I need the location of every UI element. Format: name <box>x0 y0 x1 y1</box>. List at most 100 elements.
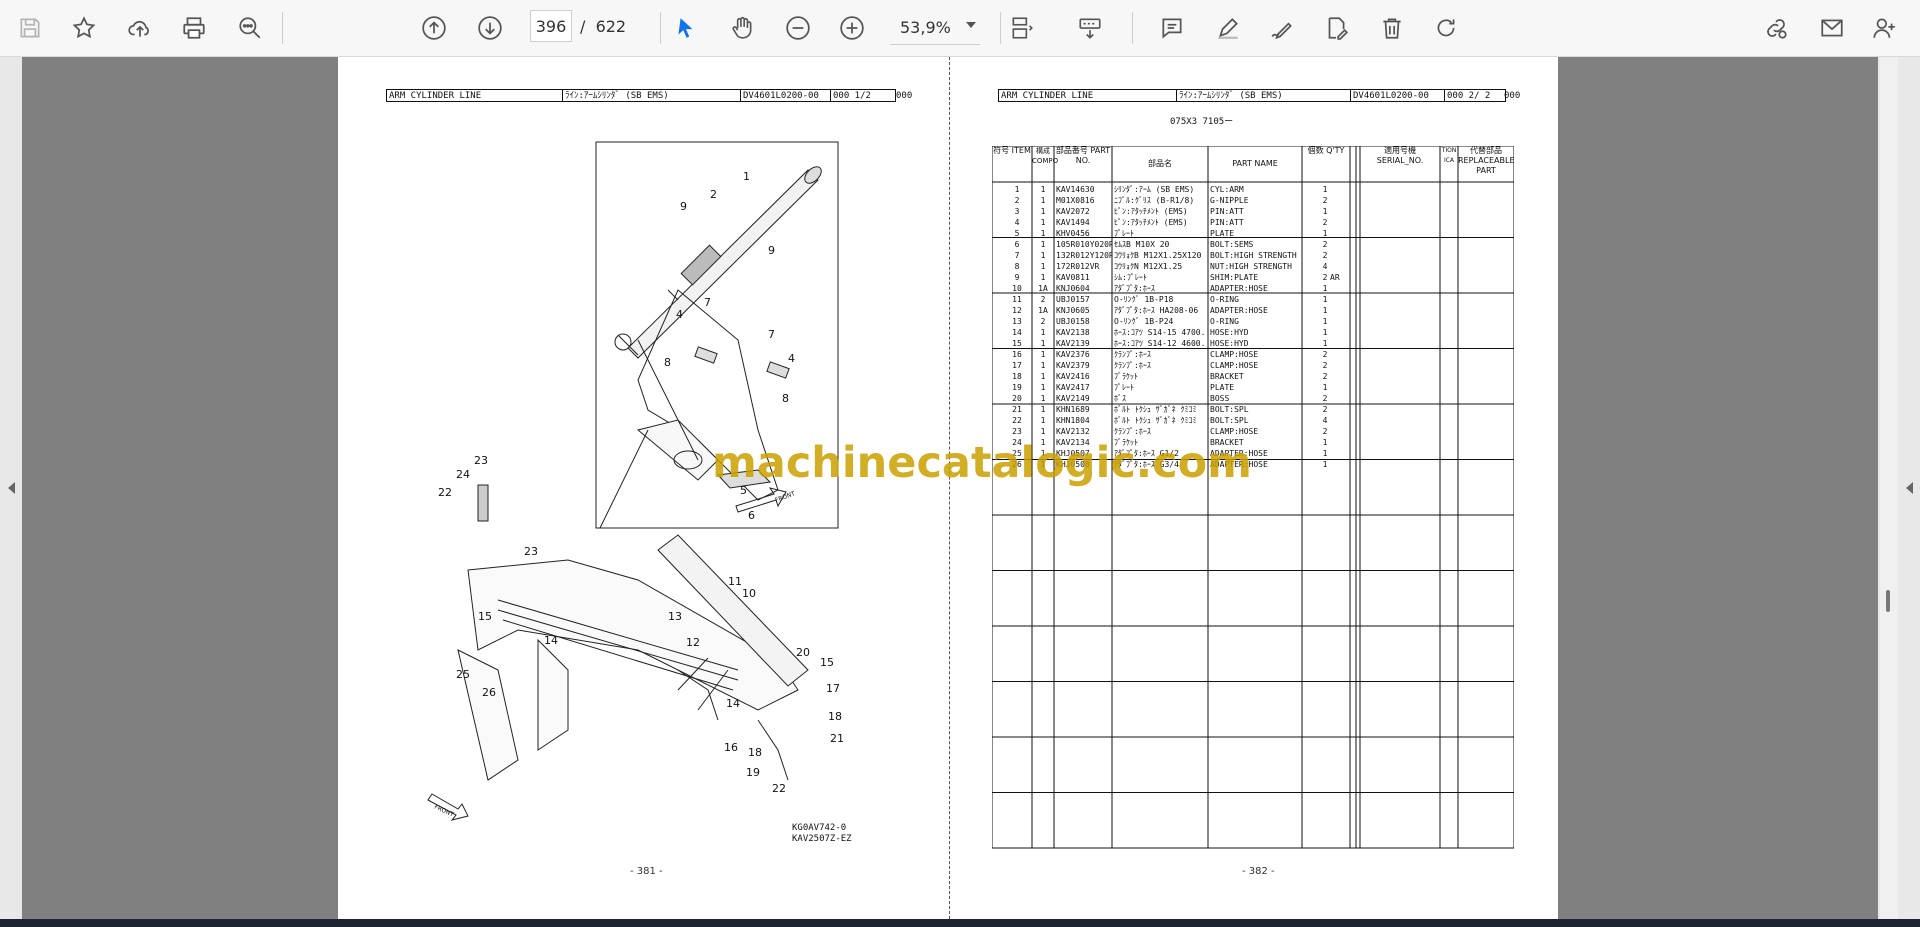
table-cell: KNJ0605 <box>1056 306 1090 315</box>
table-row: 12 1A KNJ0605 ｱﾀﾞﾌﾟﾀ:ﾎｰｽ HA208-06 ADAPTER:HO… <box>992 305 1514 316</box>
table-cell: KAV2416 <box>1056 372 1090 381</box>
previous-page-icon[interactable] <box>416 10 452 46</box>
callout-18a: 18 <box>828 710 842 723</box>
callout-4b: 4 <box>788 352 795 365</box>
left-page-number: - 381 - <box>630 866 663 877</box>
fit-page-icon[interactable] <box>1004 10 1040 46</box>
table-cell: 1 <box>1322 460 1328 469</box>
table-cell: SHIM:PLATE <box>1210 273 1259 282</box>
print-icon[interactable] <box>176 10 212 46</box>
col-ica: TION ICA <box>1441 147 1457 164</box>
table-cell: BOLT:SPL <box>1210 405 1249 414</box>
table-cell: ｼﾘﾝﾀﾞ:ｱｰﾑ (SB EMS) <box>1114 185 1195 194</box>
right-page-number: - 382 - <box>1242 866 1275 877</box>
table-cell: 1 <box>1040 185 1046 194</box>
table-cell: 1 <box>1322 284 1328 293</box>
table-cell: 14 <box>1012 328 1022 337</box>
table-cell: 19 <box>1012 383 1022 392</box>
email-icon[interactable] <box>1814 10 1850 46</box>
table-cell: 1 <box>1040 251 1046 260</box>
table-cell: KAV2132 <box>1056 427 1090 436</box>
share-link-icon[interactable] <box>1758 10 1794 46</box>
highlight-pen-icon[interactable] <box>1210 10 1246 46</box>
table-row: 22 1 KHN1804 ﾎﾞﾙﾄ ﾄｸｼｭ ｻﾞｶﾞﾈ ｸﾐｺﾐ BOLT:SPL 4 <box>992 415 1514 426</box>
table-cell: KAV2149 <box>1056 394 1090 403</box>
header-tail: 000 <box>896 91 913 101</box>
upload-cloud-icon[interactable] <box>122 10 158 46</box>
zoom-select[interactable]: 53,9% <box>890 10 980 45</box>
next-page-icon[interactable] <box>472 10 508 46</box>
table-cell: KAV0811 <box>1056 273 1090 282</box>
table-cell: CLAMP:HOSE <box>1210 350 1259 359</box>
table-cell: 4 <box>1322 416 1328 425</box>
scrollbar-thumb[interactable] <box>1886 590 1890 612</box>
comment-icon[interactable] <box>1154 10 1190 46</box>
table-cell: BOSS <box>1210 394 1230 403</box>
model-code: 075X3 7105ー <box>1170 117 1234 127</box>
table-cell: 11 <box>1012 295 1022 304</box>
table-cell: 16 <box>1012 350 1022 359</box>
table-cell: ｱﾀﾞﾌﾟﾀ:ﾎｰｽ <box>1114 284 1155 293</box>
table-cell: 1 <box>1322 339 1328 348</box>
right-panel-toggle-icon[interactable] <box>1906 482 1913 494</box>
table-cell: BOLT:SPL <box>1210 416 1249 425</box>
table-cell: 4 <box>1322 262 1328 271</box>
table-cell: ﾌﾟﾚｰﾄ <box>1114 383 1134 392</box>
table-cell: PIN:ATT <box>1210 207 1244 216</box>
edit-document-icon[interactable] <box>1318 10 1354 46</box>
rotate-icon[interactable] <box>1428 10 1464 46</box>
table-row: 1 1 KAV14630 ｼﾘﾝﾀﾞ:ｱｰﾑ (SB EMS) CYL:ARM 1 <box>992 184 1514 195</box>
table-cell: 4 <box>1014 218 1020 227</box>
watermark: machinecatalogic.com <box>712 438 1252 488</box>
table-cell: 2 <box>1322 196 1328 205</box>
table-cell: ﾎｰｽ:ｺｱﾂ S14-12 4600. <box>1114 339 1206 348</box>
callout-22b: 22 <box>772 782 786 795</box>
table-cell: 12 <box>1012 306 1022 315</box>
table-row: 18 1 KAV2416 ﾌﾞﾗｹｯﾄ BRACKET 2 <box>992 371 1514 382</box>
left-panel-toggle-icon[interactable] <box>8 482 15 494</box>
table-cell: CYL:ARM <box>1210 185 1244 194</box>
find-zoom-icon[interactable] <box>232 10 268 46</box>
vertical-scrollbar[interactable] <box>1880 57 1898 919</box>
table-cell: AR <box>1330 273 1340 282</box>
draw-sign-icon[interactable] <box>1264 10 1300 46</box>
callout-8a: 8 <box>664 356 671 369</box>
callout-11: 11 <box>728 575 742 588</box>
callout-14a: 14 <box>544 634 558 647</box>
exploded-parts-drawing: 1 2 9 9 7 7 4 4 8 8 5 6 23 24 22 23 11 1… <box>427 141 844 821</box>
save-icon[interactable] <box>12 10 48 46</box>
table-cell: O-RING <box>1210 317 1239 326</box>
callout-13: 13 <box>668 610 682 623</box>
table-cell: ﾎﾞﾙﾄ ﾄｸｼｭ ｻﾞｶﾞﾈ ｸﾐｺﾐ <box>1114 416 1197 425</box>
callout-6: 6 <box>748 509 755 522</box>
table-cell: 1 <box>1040 273 1046 282</box>
table-cell: G-NIPPLE <box>1210 196 1249 205</box>
table-cell: 10 <box>1012 284 1022 293</box>
table-row: 4 1 KAV1494 ﾋﾟﾝ:ｱﾀｯﾁﾒﾝﾄ (EMS) PIN:ATT 2 <box>992 217 1514 228</box>
table-cell: 22 <box>1012 416 1022 425</box>
table-cell: 1 <box>1040 196 1046 205</box>
header-tail: 000 <box>1504 91 1521 101</box>
delete-trash-icon[interactable] <box>1374 10 1410 46</box>
scroll-mode-icon[interactable] <box>1072 10 1108 46</box>
table-cell: 1A <box>1038 306 1048 315</box>
zoom-out-icon[interactable] <box>780 10 816 46</box>
page-number-input[interactable] <box>530 10 572 42</box>
table-cell: ｾﾑｽB M10X 20 <box>1114 240 1170 249</box>
select-pointer-icon[interactable] <box>668 10 704 46</box>
table-cell: ｺｳﾘｮｸN M12X1.25 <box>1114 262 1183 271</box>
bookmark-star-icon[interactable] <box>66 10 102 46</box>
table-cell: 1 <box>1040 416 1046 425</box>
table-cell: ｼﾑ:ﾌﾟﾚｰﾄ <box>1114 273 1147 282</box>
table-row: 11 2 UBJ0157 O-ﾘﾝｸﾞ 1B-P18 O-RING 1 <box>992 294 1514 305</box>
table-cell: 1 <box>1322 438 1328 447</box>
table-cell: 1 <box>1040 240 1046 249</box>
add-user-icon[interactable] <box>1866 10 1902 46</box>
zoom-in-icon[interactable] <box>834 10 870 46</box>
hand-tool-icon[interactable] <box>724 10 760 46</box>
table-cell: 2 <box>1322 405 1328 414</box>
table-cell: KAV2139 <box>1056 339 1090 348</box>
table-row: 23 1 KAV2132 ｸﾗﾝﾌﾟ:ﾎｰｽ CLAMP:HOSE 2 <box>992 426 1514 437</box>
table-cell: UBJ0158 <box>1056 317 1090 326</box>
table-cell: O-ﾘﾝｸﾞ 1B-P18 <box>1114 295 1174 304</box>
